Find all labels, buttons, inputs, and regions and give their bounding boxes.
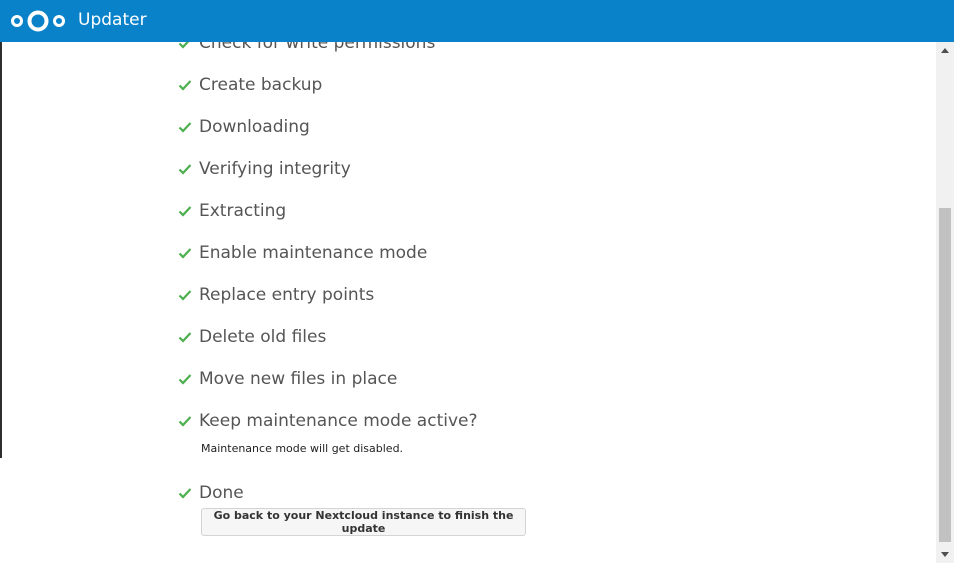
step-replace-entry-points: Replace entry points [178, 283, 374, 307]
step-done: Done [178, 481, 244, 505]
maintenance-note: Maintenance mode will get disabled. [201, 442, 404, 455]
scroll-up-arrow-icon[interactable] [941, 48, 949, 53]
checkmark-icon [178, 332, 192, 343]
step-label: Move new files in place [199, 369, 398, 389]
step-label: Verifying integrity [199, 159, 351, 179]
finish-update-button[interactable]: Go back to your Nextcloud instance to fi… [201, 508, 526, 536]
checkmark-icon [178, 248, 192, 259]
step-extracting: Extracting [178, 199, 286, 223]
checkmark-icon [178, 80, 192, 91]
header-bar: Updater [0, 0, 954, 42]
step-label: Create backup [199, 75, 323, 95]
checkmark-icon [178, 42, 190, 49]
step-label: Enable maintenance mode [199, 243, 428, 263]
step-move-new-files: Move new files in place [178, 367, 397, 391]
step-delete-old-files: Delete old files [178, 325, 326, 349]
checkmark-icon [178, 164, 192, 175]
vertical-scrollbar[interactable] [936, 42, 954, 563]
step-create-backup: Create backup [178, 73, 322, 97]
checkmark-icon [178, 122, 192, 133]
step-label: Downloading [199, 117, 310, 137]
step-check-write-permissions: Check for write permissions [178, 42, 435, 55]
step-label: Extracting [199, 201, 287, 221]
page-title: Updater [78, 10, 147, 30]
step-label: Check for write permissions [199, 42, 436, 53]
checkmark-icon [178, 206, 192, 217]
step-label: Keep maintenance mode active? [199, 411, 478, 431]
checkmark-icon [178, 416, 192, 427]
checkmark-icon [178, 290, 192, 301]
scroll-down-arrow-icon[interactable] [941, 552, 949, 557]
checkmark-icon [178, 374, 192, 385]
step-downloading: Downloading [178, 115, 310, 139]
scroll-thumb[interactable] [939, 208, 951, 542]
step-label: Replace entry points [199, 285, 375, 305]
step-verifying-integrity: Verifying integrity [178, 157, 351, 181]
step-enable-maintenance-mode: Enable maintenance mode [178, 241, 427, 265]
nextcloud-logo-icon [11, 10, 65, 32]
step-label: Done [199, 483, 244, 503]
checkmark-icon [178, 488, 192, 499]
updater-content: Check for write permissions Create backu… [0, 42, 936, 563]
step-label: Delete old files [199, 327, 327, 347]
step-keep-maintenance-mode: Keep maintenance mode active? [178, 409, 478, 433]
